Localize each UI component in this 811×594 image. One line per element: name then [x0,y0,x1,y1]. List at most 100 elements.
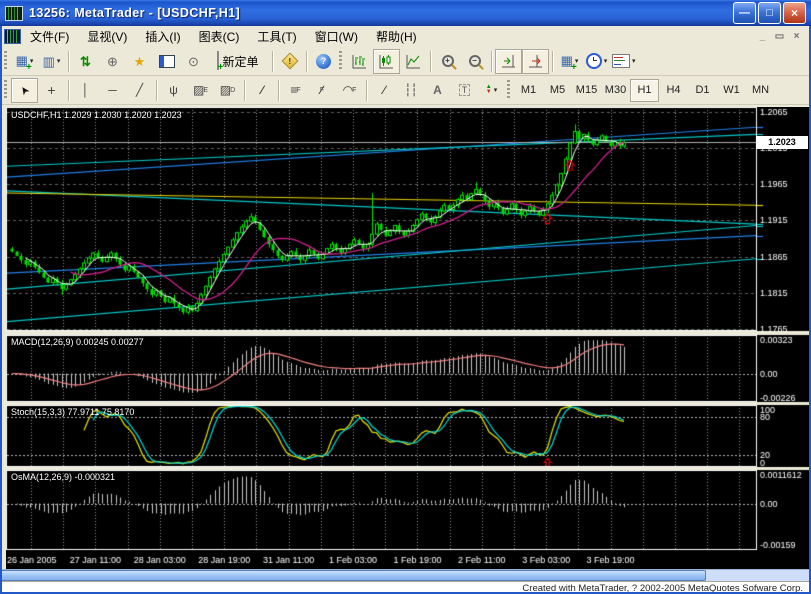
menu-window[interactable]: 窗口(W) [306,26,367,47]
zoom-out-button[interactable]: − [461,49,488,74]
tester-icon: ⊙ [188,55,199,68]
line-chart-button[interactable] [400,49,427,74]
cycle-lines-icon: ┆┆ [404,84,416,96]
auto-scroll-button[interactable] [495,49,522,74]
expert-advisors-button[interactable]: ! [276,49,303,74]
new-order-label: 新定单 [222,53,258,70]
chevron-down-icon: ▾ [604,57,608,65]
menu-tools[interactable]: 工具(T) [248,26,305,47]
menu-charts[interactable]: 图表(C) [190,26,249,47]
timeframe-d1-button[interactable]: D1 [688,79,717,102]
strategy-tester-button[interactable]: ⊙ [180,49,207,74]
text-label-button[interactable]: A [424,78,451,103]
timeframe-h4-button[interactable]: H4 [659,79,688,102]
minimize-button[interactable]: — [733,2,756,24]
stoch-pane-header: Stoch(15,3,3) 77.9711 75.8170 [11,407,134,417]
stddev-channel-button[interactable]: ▨D [214,78,241,103]
candlestick-chart-button[interactable] [373,49,400,74]
close-button[interactable]: × [783,2,806,24]
market-watch-button[interactable]: ⇅ [72,49,99,74]
terminal-button[interactable] [153,49,180,74]
new-order-button[interactable]: +新定单 [207,49,269,74]
fibonacci-arcs-button[interactable]: ◠F [336,78,363,103]
main-pane-header: USDCHF,H1 1.2029 1.2030 1.2020 1.2023 [11,110,182,120]
mdi-close-button[interactable]: × [788,29,805,44]
toolbar-grip[interactable] [4,51,7,71]
mdi-restore-button[interactable]: ▭ [771,29,788,44]
help-button[interactable]: ? [310,49,337,74]
chevron-down-icon: ▾ [632,57,636,65]
current-price-box: 1.2023 [756,136,808,149]
templates-button[interactable]: ▾ [610,49,638,74]
andrews-pitchfork-button[interactable]: ψ [160,78,187,103]
trendline-button[interactable]: ╱ [126,78,153,103]
fibonacci-fan-button[interactable]: ∕∕F [309,78,336,103]
zoom-out-icon: − [469,55,481,67]
toolbar-separator [68,51,69,72]
scrollbar-thumb[interactable] [0,570,706,581]
window-border-left [0,26,2,594]
cursor-button[interactable]: ➤ [11,78,38,103]
menu-insert[interactable]: 插入(I) [136,26,189,47]
timeframe-mn-button[interactable]: MN [746,79,775,102]
minimize-icon: — [739,7,750,19]
maximize-button[interactable]: □ [758,2,781,24]
toolbar-grip[interactable] [339,51,342,71]
vertical-line-icon: │ [82,84,90,96]
metatrader-window: 13256: MetaTrader - [USDCHF,H1] — □ × 文件… [0,0,811,594]
timeframe-m5-button[interactable]: M5 [543,79,572,102]
equidistant-channel-button[interactable]: ▨E [187,78,214,103]
toolbar-separator [366,80,367,101]
mdi-window-buttons: _ ▭ × [754,29,805,44]
profiles-icon: ▥ [43,55,55,68]
osma-pane-header: OsMA(12,26,9) -0.000321 [11,472,115,482]
clock-icon [586,53,602,69]
bar-chart-icon [352,54,367,69]
navigator-button[interactable]: ★ [126,49,153,74]
mdi-minimize-button[interactable]: _ [754,29,771,44]
favorites-star-icon: ★ [134,55,146,68]
cycle-lines-button[interactable]: ┆┆ [397,78,424,103]
menu-file[interactable]: 文件(F) [21,26,78,47]
horizontal-scrollbar[interactable] [0,569,811,581]
periods-button[interactable]: ▾ [583,49,610,74]
candlestick-chart-icon [379,54,394,69]
parallel-lines-button[interactable]: ∕∕ [370,78,397,103]
menu-view[interactable]: 显视(V) [78,26,136,47]
timeframe-m1-button[interactable]: M1 [514,79,543,102]
timeframe-w1-button[interactable]: W1 [717,79,746,102]
fibonacci-retracement-button[interactable]: ≡F [282,78,309,103]
template-icon [612,54,630,68]
auto-scroll-icon [501,54,516,69]
indicators-button[interactable]: ▦+▾ [556,49,583,74]
toolbar-separator [68,80,69,101]
bar-chart-button[interactable] [346,49,373,74]
toolbar-separator [306,51,307,72]
menu-help[interactable]: 帮助(H) [367,26,426,47]
toolbar-grip[interactable] [507,80,510,100]
data-window-button[interactable]: ⊕ [99,49,126,74]
timeframe-m30-button[interactable]: M30 [601,79,630,102]
maximize-icon: □ [766,7,773,19]
crosshair-button[interactable]: + [38,78,65,103]
crosshair-target-icon: ⊕ [107,55,118,68]
timeframe-h1-button[interactable]: H1 [630,79,659,102]
toolbar-separator [156,80,157,101]
chart-shift-button[interactable] [522,49,549,74]
horizontal-line-button[interactable]: ─ [99,78,126,103]
text-box-button[interactable]: T [451,78,478,103]
cursor-pointer-icon: ➤ [17,82,33,97]
toolbar-grip[interactable] [4,80,7,100]
close-icon: × [791,6,798,20]
timeframe-m15-button[interactable]: M15 [572,79,601,102]
menu-bar: 文件(F) 显视(V) 插入(I) 图表(C) 工具(T) 窗口(W) 帮助(H… [0,26,811,48]
zoom-in-button[interactable]: + [434,49,461,74]
expert-advisor-icon: ! [281,53,298,70]
gann-fan-button[interactable]: ∕∕∕ [248,78,275,103]
chart-profiles-button[interactable]: ▥▾ [38,49,65,74]
new-chart-button[interactable]: ▦+▾ [11,49,38,74]
vertical-line-button[interactable]: │ [72,78,99,103]
help-icon: ? [316,54,331,69]
arrows-button[interactable]: ▲▼▾ [478,78,505,103]
zoom-in-icon: + [442,55,454,67]
